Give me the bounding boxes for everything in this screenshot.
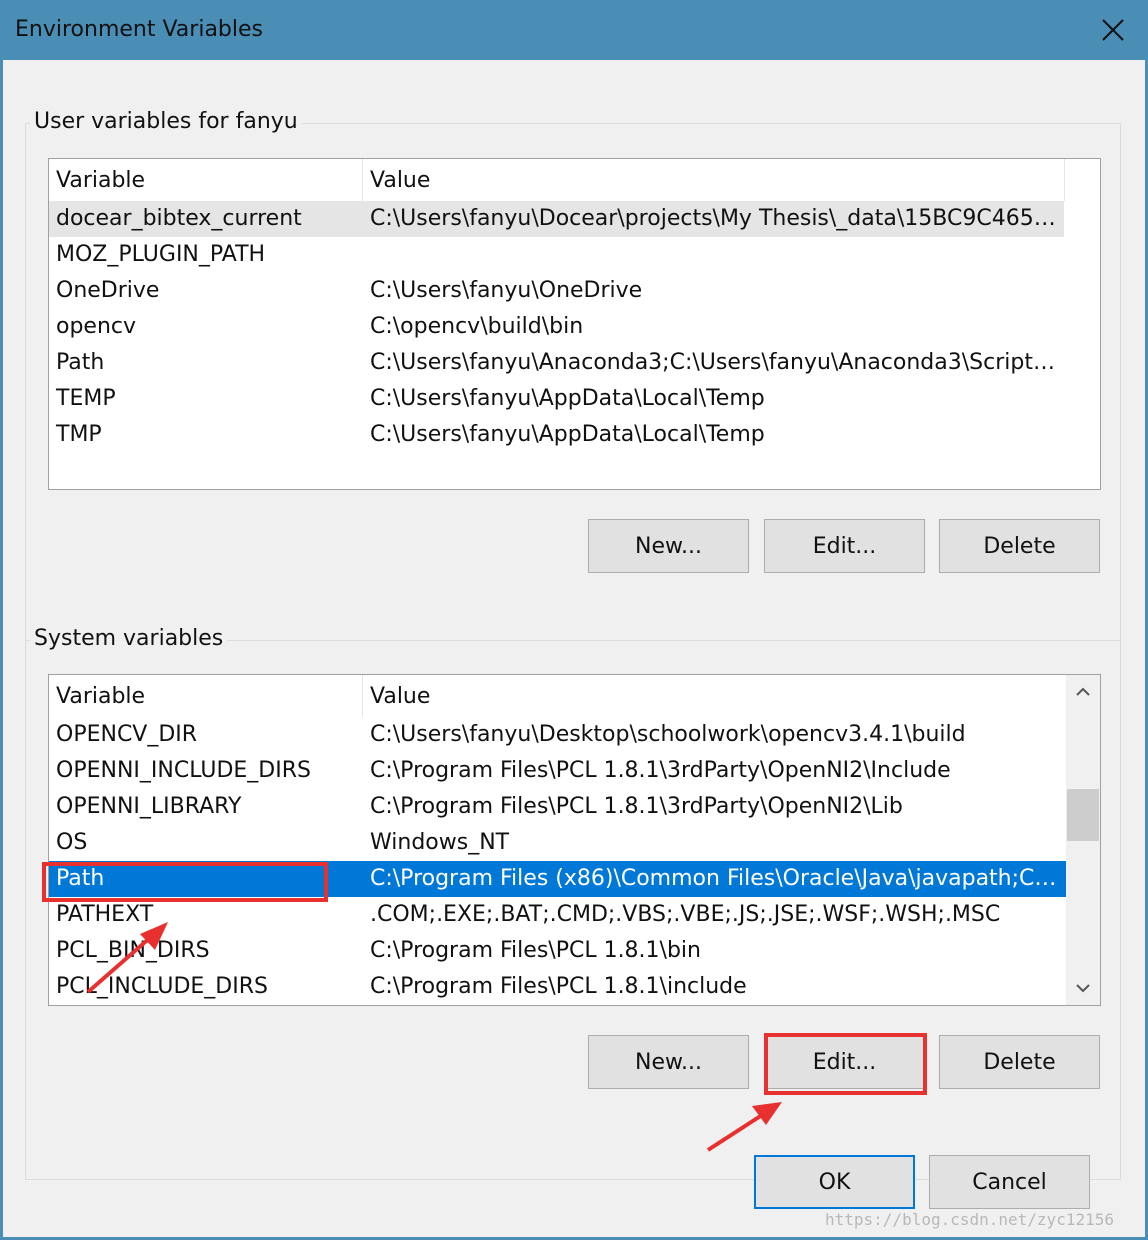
column-divider: [1064, 159, 1065, 201]
table-row[interactable]: PCL_BIN_DIRS C:\Program Files\PCL 1.8.1\…: [49, 933, 1066, 969]
table-row[interactable]: OPENNI_LIBRARY C:\Program Files\PCL 1.8.…: [49, 789, 1066, 825]
dialog-body: User variables for fanyu Variable Value …: [3, 60, 1145, 1237]
variable-value: C:\Users\fanyu\AppData\Local\Temp: [370, 422, 765, 447]
variable-name: PATHEXT: [56, 902, 154, 927]
variable-name: OneDrive: [56, 278, 160, 303]
system-variables-label: System variables: [30, 626, 228, 651]
table-row[interactable]: opencv C:\opencv\build\bin: [49, 309, 1064, 345]
variable-value: C:\Users\fanyu\AppData\Local\Temp: [370, 386, 765, 411]
variable-value: C:\Program Files (x86)\Common Files\Orac…: [370, 866, 1060, 891]
variable-name: PCL_INCLUDE_DIRS: [56, 974, 268, 999]
variable-name: OS: [56, 830, 88, 855]
variable-value: C:\Program Files\PCL 1.8.1\3rdParty\Open…: [370, 794, 903, 819]
column-header-value[interactable]: Value: [370, 168, 430, 193]
ok-button[interactable]: OK: [754, 1155, 915, 1209]
variable-name: PCL_BIN_DIRS: [56, 938, 210, 963]
list-header: Variable Value: [49, 159, 1100, 201]
table-row[interactable]: TEMP C:\Users\fanyu\AppData\Local\Temp: [49, 381, 1064, 417]
variable-value: .COM;.EXE;.BAT;.CMD;.VBS;.VBE;.JS;.JSE;.…: [370, 902, 1001, 927]
column-header-variable[interactable]: Variable: [56, 684, 145, 709]
chevron-up-icon: [1076, 687, 1090, 696]
table-row[interactable]: OPENCV_DIR C:\Users\fanyu\Desktop\school…: [49, 717, 1066, 753]
user-variables-label: User variables for fanyu: [30, 109, 302, 134]
variable-value: C:\Program Files\PCL 1.8.1\3rdParty\Open…: [370, 758, 951, 783]
table-row[interactable]: PATHEXT .COM;.EXE;.BAT;.CMD;.VBS;.VBE;.J…: [49, 897, 1066, 933]
user-variables-list[interactable]: Variable Value docear_bibtex_current C:\…: [48, 158, 1101, 490]
variable-name: opencv: [56, 314, 137, 339]
list-header: Variable Value: [49, 675, 1066, 717]
user-delete-button[interactable]: Delete: [939, 519, 1100, 573]
table-row[interactable]: OS Windows_NT: [49, 825, 1066, 861]
vertical-scrollbar[interactable]: [1066, 675, 1100, 1005]
table-row-selected[interactable]: Path C:\Program Files (x86)\Common Files…: [49, 861, 1066, 897]
variable-value: C:\Users\fanyu\Anaconda3;C:\Users\fanyu\…: [370, 350, 1060, 375]
system-variables-list[interactable]: Variable Value OPENCV_DIR C:\Users\fanyu…: [48, 674, 1101, 1006]
title-bar[interactable]: Environment Variables: [0, 0, 1148, 60]
table-row[interactable]: OPENNI_INCLUDE_DIRS C:\Program Files\PCL…: [49, 753, 1066, 789]
close-button[interactable]: [1078, 0, 1148, 60]
column-header-variable[interactable]: Variable: [56, 168, 145, 193]
variable-name: OPENCV_DIR: [56, 722, 198, 747]
variable-name: OPENNI_INCLUDE_DIRS: [56, 758, 311, 783]
column-divider[interactable]: [362, 159, 363, 201]
variable-value: C:\Program Files\PCL 1.8.1\bin: [370, 938, 701, 963]
variable-value: C:\Users\fanyu\Desktop\schoolwork\opencv…: [370, 722, 966, 747]
table-row[interactable]: MOZ_PLUGIN_PATH: [49, 237, 1064, 273]
environment-variables-dialog: Environment Variables User variables for…: [0, 0, 1148, 1240]
variable-name: TEMP: [56, 386, 116, 411]
scroll-down-arrow[interactable]: [1066, 971, 1100, 1005]
user-new-button[interactable]: New...: [588, 519, 749, 573]
watermark: https://blog.csdn.net/zyc12156: [825, 1210, 1114, 1229]
scroll-up-arrow[interactable]: [1066, 675, 1100, 709]
scroll-thumb[interactable]: [1067, 789, 1099, 841]
system-new-button[interactable]: New...: [588, 1035, 749, 1089]
column-header-value[interactable]: Value: [370, 684, 430, 709]
table-row[interactable]: PCL_INCLUDE_DIRS C:\Program Files\PCL 1.…: [49, 969, 1066, 1005]
chevron-down-icon: [1076, 984, 1090, 993]
variable-name: docear_bibtex_current: [56, 206, 302, 231]
system-delete-button[interactable]: Delete: [939, 1035, 1100, 1089]
variable-name: Path: [56, 866, 105, 891]
table-row[interactable]: Path C:\Users\fanyu\Anaconda3;C:\Users\f…: [49, 345, 1064, 381]
close-icon: [1102, 19, 1124, 41]
variable-value: C:\Users\fanyu\OneDrive: [370, 278, 643, 303]
variable-name: Path: [56, 350, 105, 375]
variable-name: OPENNI_LIBRARY: [56, 794, 242, 819]
variable-name: MOZ_PLUGIN_PATH: [56, 242, 266, 267]
window-title: Environment Variables: [15, 17, 264, 42]
user-edit-button[interactable]: Edit...: [764, 519, 925, 573]
table-row[interactable]: docear_bibtex_current C:\Users\fanyu\Doc…: [49, 201, 1064, 237]
variable-value: C:\Program Files\PCL 1.8.1\include: [370, 974, 747, 999]
variable-name: TMP: [56, 422, 102, 447]
variable-value: C:\Users\fanyu\Docear\projects\My Thesis…: [370, 206, 1060, 231]
table-row[interactable]: TMP C:\Users\fanyu\AppData\Local\Temp: [49, 417, 1064, 453]
variable-value: C:\opencv\build\bin: [370, 314, 584, 339]
cancel-button[interactable]: Cancel: [929, 1155, 1090, 1209]
table-row[interactable]: OneDrive C:\Users\fanyu\OneDrive: [49, 273, 1064, 309]
column-divider[interactable]: [362, 675, 363, 717]
variable-value: Windows_NT: [370, 830, 510, 855]
system-edit-button[interactable]: Edit...: [764, 1035, 925, 1089]
